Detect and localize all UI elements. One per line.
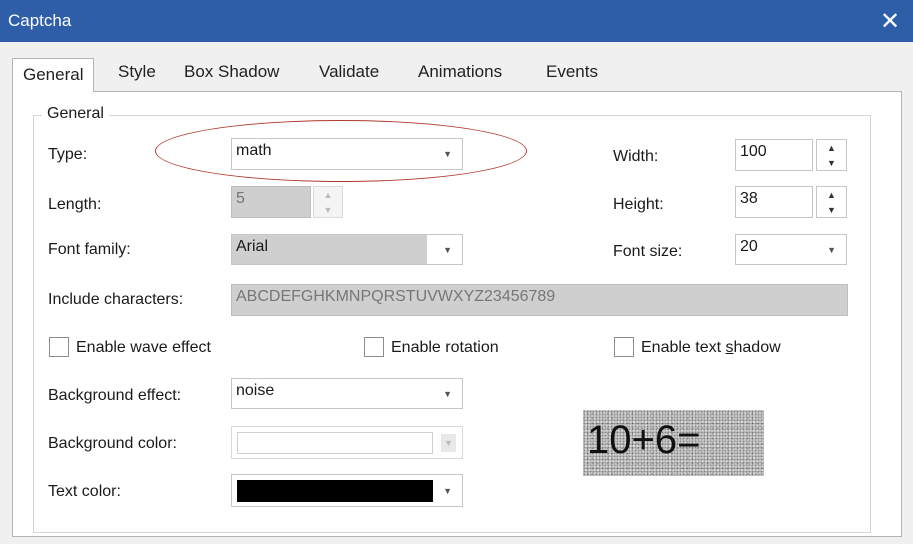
chevron-down-icon: ▼ <box>827 244 836 255</box>
include-chars-input: ABCDEFGHKMNPQRSTUVWXYZ23456789 <box>231 284 848 316</box>
annotation-ellipse <box>155 120 527 182</box>
close-icon[interactable]: ✕ <box>867 0 913 42</box>
height-stepper[interactable]: ▲ ▼ <box>816 186 847 218</box>
text-color-picker[interactable]: ▼ <box>231 474 463 507</box>
tab-box-shadow[interactable]: Box Shadow <box>184 62 279 82</box>
spin-up-icon[interactable]: ▲ <box>817 187 846 202</box>
font-family-value: Arial <box>236 238 269 255</box>
bg-effect-value: noise <box>236 382 275 399</box>
rotation-checkbox[interactable] <box>364 337 384 357</box>
window-title: Captcha <box>8 11 72 30</box>
font-size-dropdown[interactable]: 20 ▼ <box>735 234 847 265</box>
title-bar: Captcha ✕ <box>0 0 913 42</box>
text-shadow-label-prefix: Enable text <box>641 339 726 356</box>
length-stepper: ▲ ▼ <box>313 186 343 218</box>
font-size-value: 20 <box>740 238 758 255</box>
bg-color-label: Background color: <box>48 435 177 452</box>
chevron-down-icon: ▼ <box>443 244 452 255</box>
tab-general[interactable]: General <box>12 58 95 92</box>
bg-effect-label: Background effect: <box>48 387 182 404</box>
font-size-label: Font size: <box>613 243 683 260</box>
captcha-preview: 10+6= <box>583 410 764 476</box>
spin-up-icon[interactable]: ▲ <box>817 140 846 155</box>
width-input[interactable]: 100 <box>735 139 813 171</box>
width-value: 100 <box>740 143 767 160</box>
spin-up-icon: ▲ <box>323 189 333 200</box>
length-label: Length: <box>48 196 102 213</box>
height-input[interactable]: 38 <box>735 186 813 218</box>
chevron-down-icon: ▼ <box>443 388 452 399</box>
font-family-dropdown[interactable]: Arial ▼ <box>231 234 463 265</box>
rotation-checkbox-label[interactable]: Enable rotation <box>391 339 499 357</box>
chevron-down-icon: ▼ <box>441 433 456 452</box>
width-label: Width: <box>613 148 659 165</box>
captcha-preview-text: 10+6= <box>587 418 701 462</box>
bg-color-swatch <box>237 432 433 454</box>
spin-down-icon[interactable]: ▼ <box>817 202 846 217</box>
spin-down-icon[interactable]: ▼ <box>817 155 846 170</box>
tab-animations[interactable]: Animations <box>418 62 502 82</box>
text-color-swatch <box>237 480 433 502</box>
text-shadow-checkbox[interactable] <box>614 337 634 357</box>
height-value: 38 <box>740 190 758 207</box>
text-color-label: Text color: <box>48 483 121 500</box>
include-chars-label: Include characters: <box>48 291 184 308</box>
length-input: 5 <box>231 186 311 218</box>
width-stepper[interactable]: ▲ ▼ <box>816 139 847 171</box>
text-shadow-accesskey: s <box>725 339 734 356</box>
text-shadow-checkbox-label[interactable]: Enable text shadow <box>641 339 781 357</box>
type-label: Type: <box>48 146 88 163</box>
bg-color-picker: ▼ <box>231 426 463 459</box>
wave-checkbox[interactable] <box>49 337 69 357</box>
height-label: Height: <box>613 196 664 213</box>
length-value: 5 <box>236 190 245 207</box>
bg-effect-dropdown[interactable]: noise ▼ <box>231 378 463 409</box>
chevron-down-icon: ▼ <box>443 485 452 496</box>
spin-down-icon: ▼ <box>323 204 333 215</box>
text-shadow-label-suffix: hadow <box>733 339 781 356</box>
tab-events[interactable]: Events <box>546 62 598 82</box>
font-family-label: Font family: <box>48 241 131 258</box>
wave-checkbox-label[interactable]: Enable wave effect <box>76 339 211 357</box>
include-chars-value: ABCDEFGHKMNPQRSTUVWXYZ23456789 <box>236 288 556 305</box>
tab-validate[interactable]: Validate <box>319 62 379 82</box>
tab-strip: General Style Box Shadow Validate Animat… <box>12 58 902 92</box>
tab-style[interactable]: Style <box>118 62 156 82</box>
group-title: General <box>42 105 109 123</box>
